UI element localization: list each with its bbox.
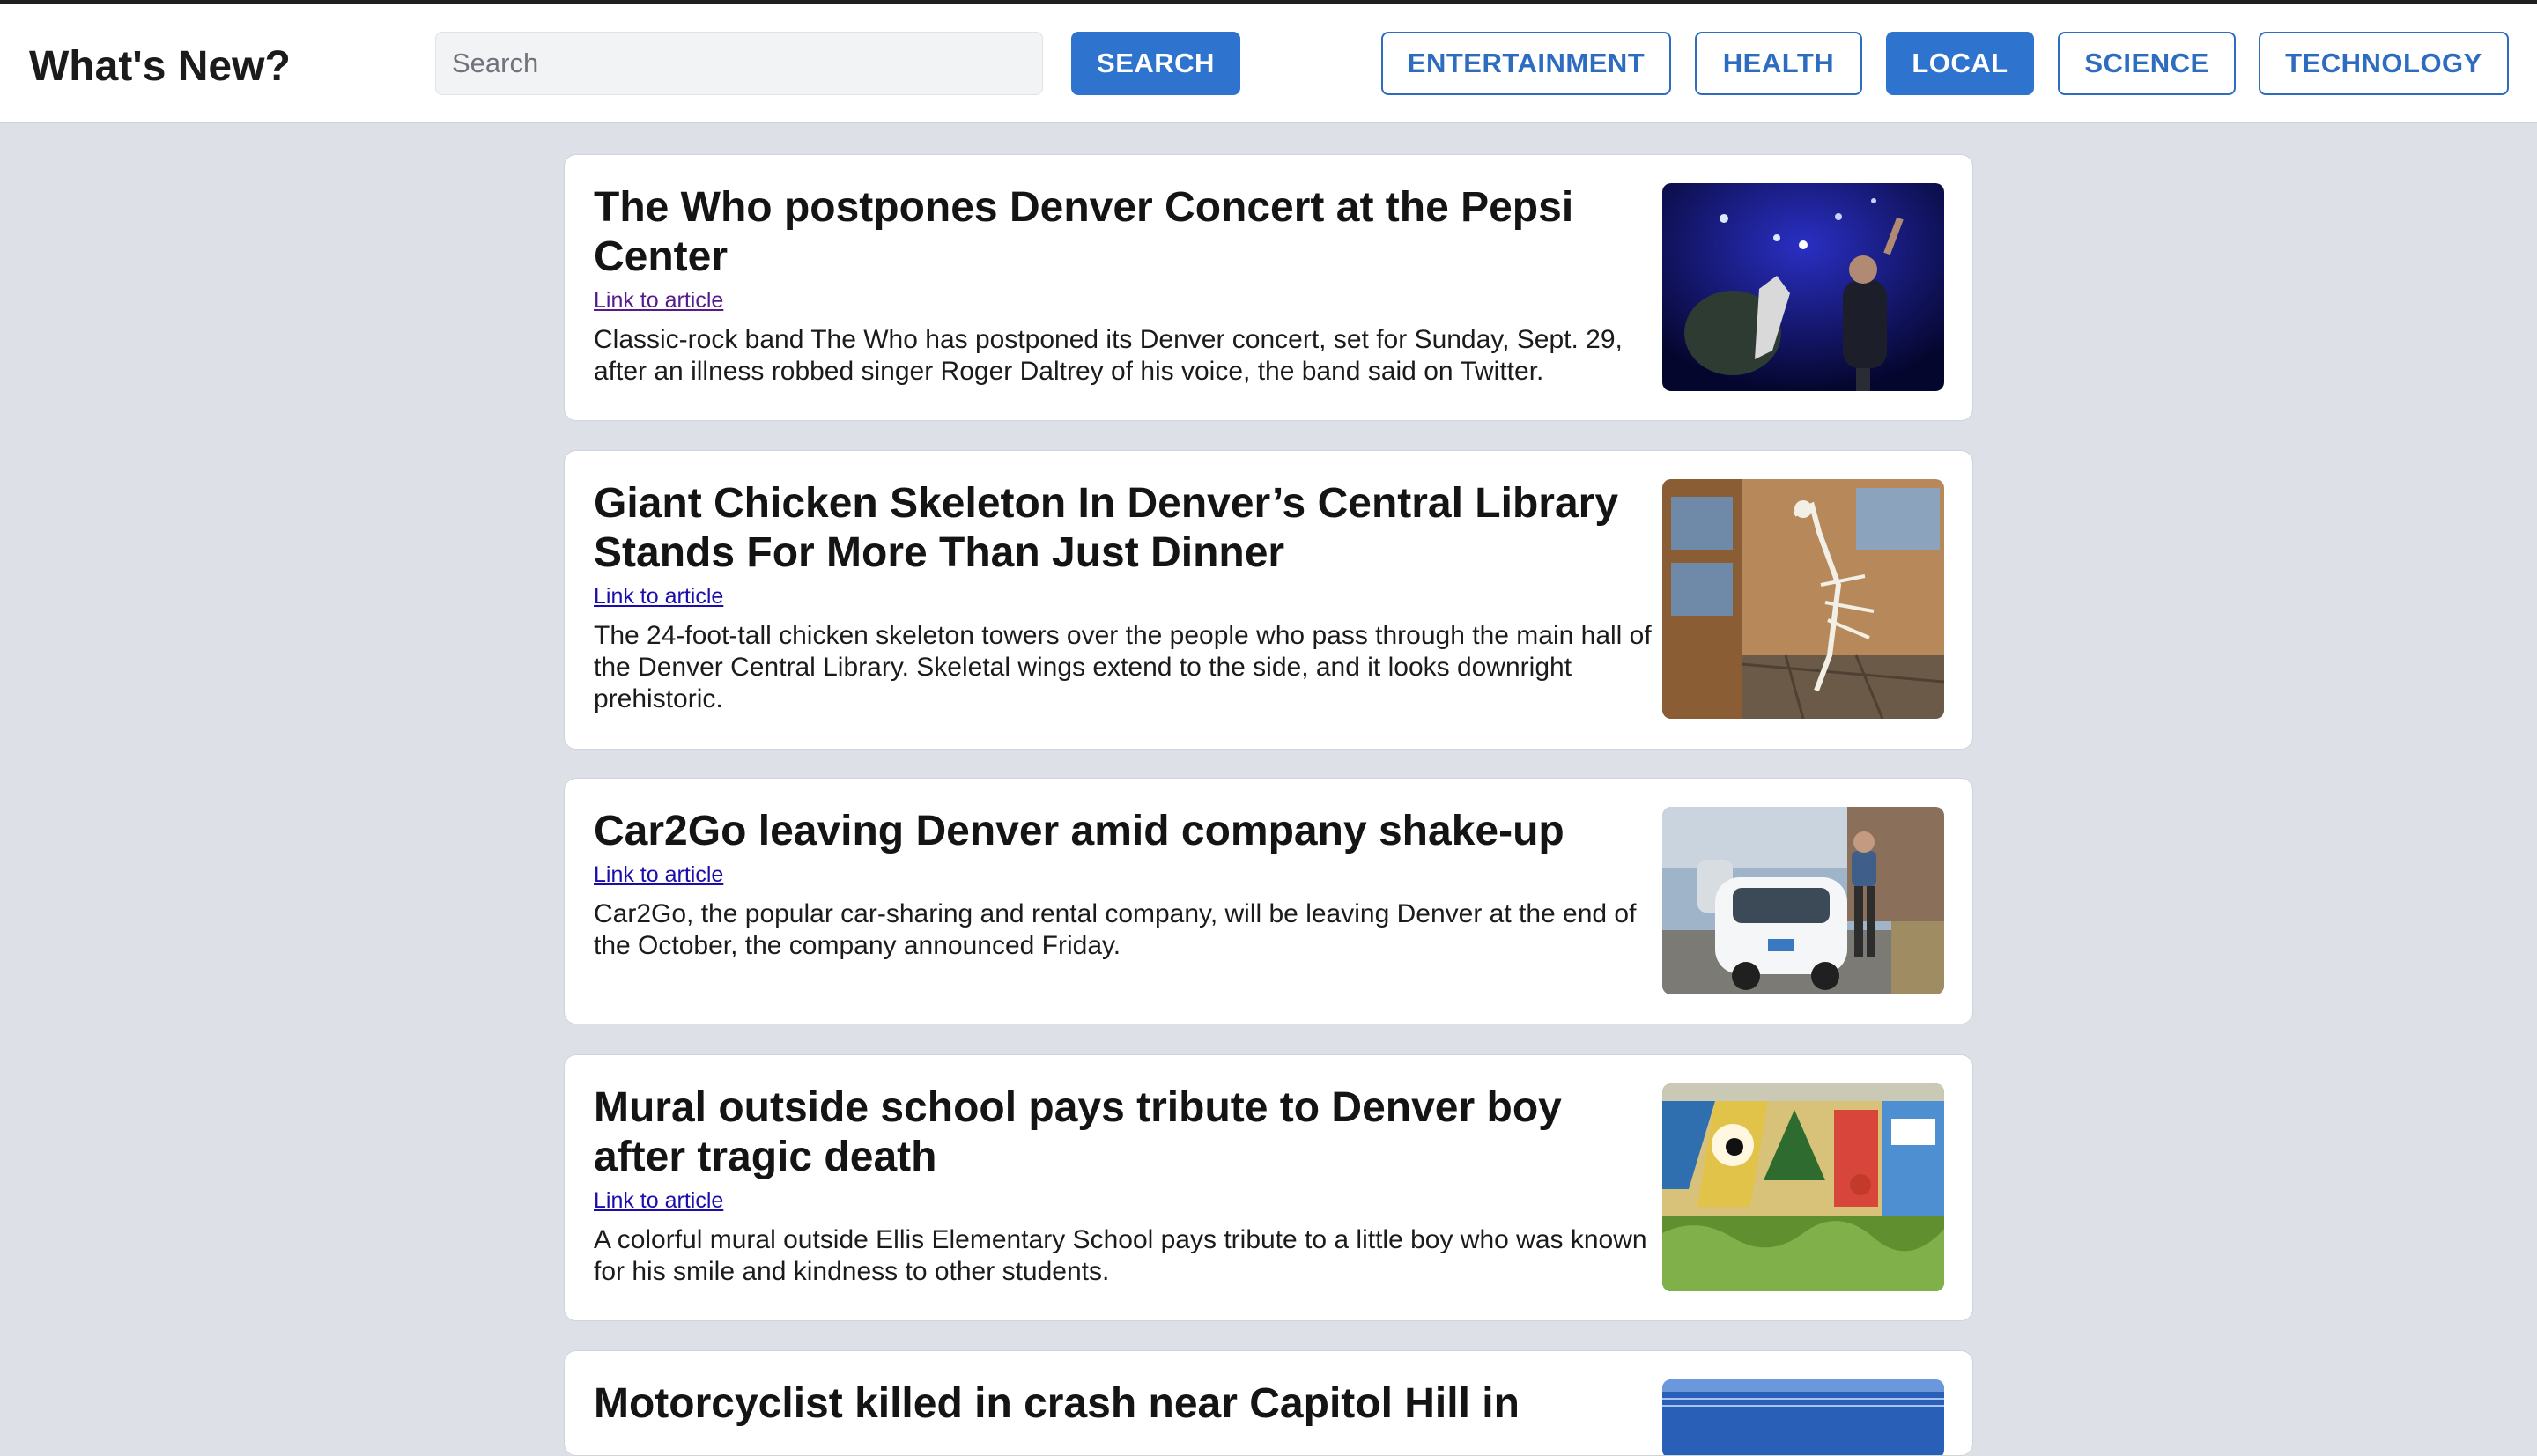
article-card: Motorcyclist killed in crash near Capito…: [564, 1350, 1973, 1456]
article-title: The Who postpones Denver Concert at the …: [594, 184, 1574, 280]
category-science-button[interactable]: SCIENCE: [2058, 32, 2236, 95]
article-card: The Who postpones Denver Concert at the …: [564, 154, 1973, 421]
article-description: A colorful mural outside Ellis Elementar…: [594, 1225, 1647, 1286]
category-local-button[interactable]: LOCAL: [1886, 32, 2034, 95]
article-link[interactable]: Link to article: [594, 861, 723, 888]
app-title: What's New?: [29, 43, 291, 90]
concert-stage-photo: [1662, 183, 1944, 391]
article-title: Motorcyclist killed in crash near Capito…: [594, 1380, 1520, 1427]
article-link[interactable]: Link to article: [594, 1187, 723, 1214]
mural-photo: [1662, 1083, 1944, 1291]
category-entertainment-button[interactable]: ENTERTAINMENT: [1381, 32, 1671, 95]
news-photo: [1662, 1379, 1944, 1455]
article-title: Mural outside school pays tribute to Den…: [594, 1084, 1562, 1180]
article-description: Classic-rock band The Who has postponed …: [594, 325, 1623, 386]
article-description: The 24-foot-tall chicken skeleton towers…: [594, 621, 1652, 713]
category-health-button[interactable]: HEALTH: [1695, 32, 1862, 95]
library-skeleton-photo: [1662, 479, 1944, 719]
smart-car-photo: [1662, 807, 1944, 994]
article-link[interactable]: Link to article: [594, 583, 723, 610]
article-card: Mural outside school pays tribute to Den…: [564, 1054, 1973, 1321]
search-button[interactable]: SEARCH: [1071, 32, 1240, 95]
category-technology-button[interactable]: TECHNOLOGY: [2259, 32, 2509, 95]
search-input[interactable]: [435, 32, 1043, 95]
top-nav-bar: What's New? SEARCH ENTERTAINMENT HEALTH …: [0, 4, 2537, 123]
article-description: Car2Go, the popular car-sharing and rent…: [594, 899, 1637, 960]
article-link[interactable]: Link to article: [594, 287, 723, 314]
article-title: Car2Go leaving Denver amid company shake…: [594, 808, 1564, 854]
article-title: Giant Chicken Skeleton In Denver’s Centr…: [594, 480, 1619, 576]
article-card: Car2Go leaving Denver amid company shake…: [564, 778, 1973, 1024]
article-card: Giant Chicken Skeleton In Denver’s Centr…: [564, 450, 1973, 750]
